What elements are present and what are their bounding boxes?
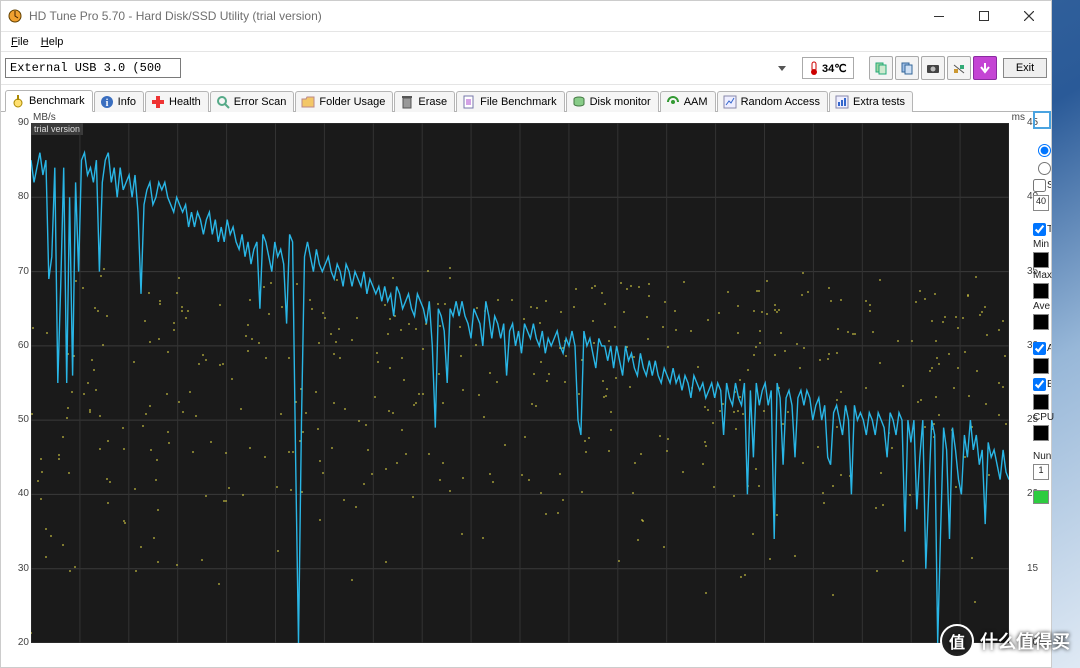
start-button[interactable] bbox=[1033, 490, 1049, 504]
radio-read[interactable] bbox=[1038, 144, 1051, 157]
cpu-label: CPU bbox=[1033, 412, 1051, 423]
menu-file[interactable]: File bbox=[5, 34, 35, 50]
toolbar-run-button[interactable] bbox=[973, 56, 997, 80]
ytick-left: 20 bbox=[13, 637, 29, 648]
ave-swatch bbox=[1033, 314, 1049, 330]
exit-button[interactable]: Exit bbox=[1003, 58, 1047, 78]
toolbar-screenshot-button[interactable] bbox=[921, 56, 945, 80]
cpu-swatch bbox=[1033, 425, 1049, 441]
tab-diskmon[interactable]: Disk monitor bbox=[566, 91, 659, 112]
toolbar: 34℃ Exit bbox=[1, 51, 1051, 85]
check-t[interactable] bbox=[1033, 223, 1046, 236]
check-s[interactable] bbox=[1033, 179, 1046, 192]
window-title: HD Tune Pro 5.70 - Hard Disk/SSD Utility… bbox=[29, 9, 916, 23]
chart-pane: MB/s ms 9080706050403020 454035302520151… bbox=[9, 113, 1049, 659]
maximize-button[interactable] bbox=[961, 2, 1006, 31]
watermark-badge-icon: 值 bbox=[940, 624, 974, 658]
toolbar-copy-screenshot-button[interactable] bbox=[895, 56, 919, 80]
tab-folder[interactable]: Folder Usage bbox=[295, 91, 393, 112]
menu-help[interactable]: Help bbox=[35, 34, 70, 50]
min-swatch bbox=[1033, 252, 1049, 268]
menubar: File Help bbox=[1, 32, 1051, 51]
benchmark-chart: trial version bbox=[31, 123, 1009, 643]
temperature-indicator: 34℃ bbox=[802, 57, 854, 79]
toolbar-copy-info-button[interactable] bbox=[869, 56, 893, 80]
tab-strip: BenchmarkiInfoHealthError ScanFolder Usa… bbox=[1, 85, 1051, 112]
tab-info[interactable]: iInfo bbox=[94, 91, 144, 112]
close-button[interactable] bbox=[1006, 2, 1051, 31]
temperature-value: 34℃ bbox=[822, 62, 847, 75]
a-swatch bbox=[1033, 358, 1049, 374]
ytick-left: 50 bbox=[13, 414, 29, 425]
titlebar: HD Tune Pro 5.70 - Hard Disk/SSD Utility… bbox=[1, 1, 1051, 32]
num-label: Nun bbox=[1033, 451, 1051, 462]
ytick-left: 40 bbox=[13, 488, 29, 499]
ytick-left: 70 bbox=[13, 266, 29, 277]
tab-errorscan[interactable]: Error Scan bbox=[210, 91, 295, 112]
right-side-panel: R V S 40 T Min Max Ave A B CPU Nun 1 bbox=[1033, 111, 1051, 651]
watermark: 值 什么值得买 bbox=[940, 624, 1070, 658]
ytick-left: 90 bbox=[13, 117, 29, 128]
y-axis-right-label: ms bbox=[1012, 112, 1025, 123]
tab-random[interactable]: Random Access bbox=[717, 91, 828, 112]
ytick-left: 30 bbox=[13, 563, 29, 574]
ytick-left: 80 bbox=[13, 191, 29, 202]
min-label: Min bbox=[1033, 239, 1051, 250]
tab-extra[interactable]: Extra tests bbox=[829, 91, 913, 112]
app-window: HD Tune Pro 5.70 - Hard Disk/SSD Utility… bbox=[0, 0, 1052, 668]
check-b[interactable] bbox=[1033, 378, 1046, 391]
num-value[interactable]: 1 bbox=[1033, 464, 1049, 480]
tab-health[interactable]: Health bbox=[145, 91, 209, 112]
toolbar-settings-button[interactable] bbox=[947, 56, 971, 80]
tab-aam[interactable]: AAM bbox=[660, 91, 716, 112]
legend-box bbox=[1033, 111, 1051, 129]
watermark-text: 什么值得买 bbox=[980, 628, 1070, 654]
tab-benchmark[interactable]: Benchmark bbox=[5, 90, 93, 112]
max-label: Max bbox=[1033, 270, 1051, 281]
drive-select[interactable] bbox=[5, 58, 181, 78]
minimize-button[interactable] bbox=[916, 2, 961, 31]
b-swatch bbox=[1033, 394, 1049, 410]
svg-text:i: i bbox=[105, 98, 108, 109]
short-value[interactable]: 40 bbox=[1033, 195, 1049, 211]
max-swatch bbox=[1033, 283, 1049, 299]
check-a[interactable] bbox=[1033, 342, 1046, 355]
tab-erase[interactable]: Erase bbox=[394, 91, 455, 112]
radio-write[interactable] bbox=[1038, 162, 1051, 175]
tab-filebench[interactable]: File Benchmark bbox=[456, 91, 564, 112]
ytick-left: 60 bbox=[13, 340, 29, 351]
thermometer-icon bbox=[809, 61, 819, 75]
y-axis-left-label: MB/s bbox=[33, 112, 56, 123]
app-icon bbox=[7, 8, 23, 24]
ave-label: Ave bbox=[1033, 301, 1051, 312]
